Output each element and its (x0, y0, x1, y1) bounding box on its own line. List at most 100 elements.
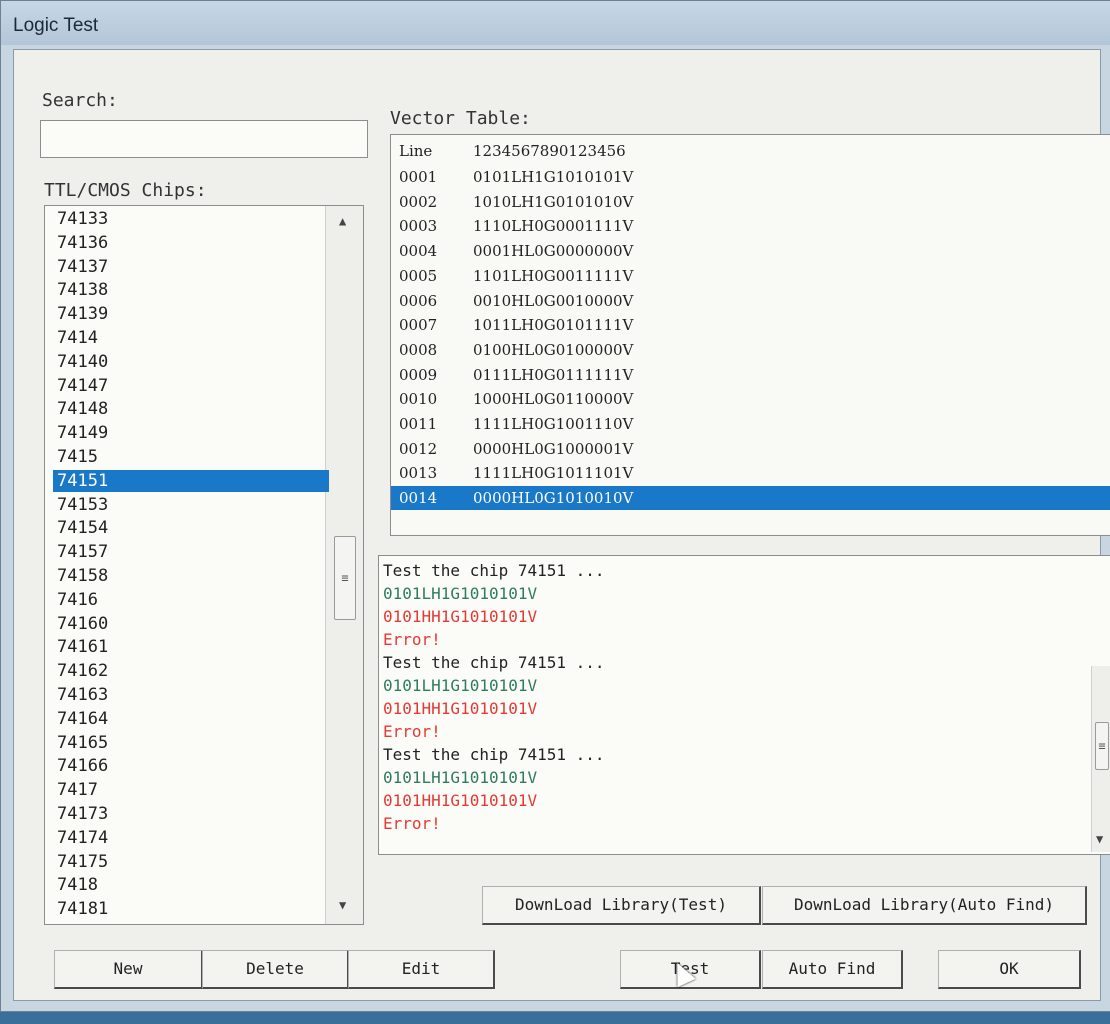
dialog-client-area: Search: TTL/CMOS Chips: ▲ ≡ ▼ 74133 74136… (13, 49, 1110, 1001)
chip-list-item[interactable]: 74160 (53, 613, 329, 635)
vector-column-header: 1234567890123456 (473, 142, 626, 160)
chip-list-item[interactable]: 7416 (53, 589, 329, 611)
log-line: Test the chip 74151 ... (383, 561, 605, 580)
chip-list-item[interactable]: 74138 (53, 279, 329, 301)
line-column-header: Line (399, 142, 433, 160)
chip-list-item[interactable]: 74162 (53, 660, 329, 682)
chip-list-item[interactable]: 74140 (53, 351, 329, 373)
chip-list-item[interactable]: 74164 (53, 708, 329, 730)
vector-value: 0101LH1G1010101V (473, 168, 634, 186)
vector-table-row[interactable]: 0003 1110LH0G0001111V (391, 214, 1110, 238)
vector-value: 0111LH0G0111111V (473, 365, 634, 384)
chip-list-item[interactable]: 74137 (53, 256, 329, 278)
vector-table-row[interactable]: 0008 0100HL0G0100000V (391, 338, 1110, 362)
vector-line-number: 0003 (399, 217, 438, 236)
chip-list-scrollbar[interactable]: ▲ ≡ ▼ (325, 206, 363, 924)
chip-list-item[interactable]: 74158 (53, 565, 329, 587)
log-line: Test the chip 74151 ... (383, 745, 605, 764)
vector-line-number: 0008 (399, 340, 438, 359)
scroll-up-icon[interactable]: ▲ (339, 214, 346, 228)
vector-line-number: 0013 (399, 464, 438, 483)
vector-table-row[interactable]: 0004 0001HL0G0000000V (391, 239, 1110, 263)
vector-table-row[interactable]: 0006 0010HL0G0010000V (391, 289, 1110, 313)
log-scroll-thumb[interactable]: ≡ (1095, 722, 1109, 770)
vector-value: 1000HL0G0110000V (473, 390, 634, 409)
vector-table-row[interactable]: 0012 0000HL0G1000001V (391, 437, 1110, 461)
scroll-thumb[interactable]: ≡ (334, 536, 356, 620)
chips-label: TTL/CMOS Chips: (44, 180, 207, 201)
vector-table-row[interactable]: 0010 1000HL0G0110000V (391, 387, 1110, 411)
vector-value: 0100HL0G0100000V (473, 340, 634, 359)
window-title: Logic Test (13, 15, 99, 36)
ok-button[interactable]: OK (938, 950, 1081, 989)
vector-value: 0010HL0G0010000V (473, 291, 634, 310)
title-bar: Logic Test (1, 1, 1110, 45)
chip-list-item[interactable]: 74157 (53, 541, 329, 563)
vector-value: 1111LH0G1001110V (473, 415, 634, 433)
vector-table-row[interactable]: 0001 0101LH1G1010101V (391, 165, 1110, 189)
chip-list-item[interactable]: 74165 (53, 732, 329, 754)
vector-table-label: Vector Table: (390, 108, 531, 129)
chip-list-item[interactable]: 74148 (53, 398, 329, 420)
edit-button[interactable]: Edit (348, 950, 495, 989)
new-button[interactable]: New (54, 950, 203, 989)
vector-line-number: 0010 (399, 390, 438, 409)
vector-value: 1010LH1G0101010V (473, 192, 634, 211)
chip-list-item[interactable]: 74149 (53, 422, 329, 444)
chip-list-item[interactable]: 74166 (53, 755, 329, 777)
log-line: 0101LH1G1010101V (383, 768, 538, 787)
search-input[interactable] (40, 120, 368, 158)
log-line: 0101HH1G1010101V (383, 791, 538, 810)
log-scroll-down-icon[interactable]: ▼ (1096, 832, 1103, 846)
delete-button[interactable]: Delete (202, 950, 349, 989)
chip-list-item[interactable]: 74174 (53, 827, 329, 849)
vector-table[interactable]: Line 1234567890123456 0001 0101LH1G101010… (390, 134, 1110, 536)
vector-table-row[interactable]: 0013 1111LH0G1011101V (391, 461, 1110, 485)
vector-table-row[interactable]: 0007 1011LH0G0101111V (391, 313, 1110, 337)
chip-list-item[interactable]: 74173 (53, 803, 329, 825)
vector-value: 1110LH0G0001111V (473, 217, 634, 236)
log-scrollbar[interactable]: ≡ ▼ (1091, 666, 1110, 852)
vector-value: 1111LH0G1011101V (473, 464, 634, 483)
auto-find-button[interactable]: Auto Find (762, 950, 903, 989)
vector-value: 1011LH0G0101111V (473, 316, 634, 335)
vector-line-number: 0004 (399, 242, 438, 261)
chip-list-item[interactable]: 74151 (53, 469, 329, 492)
vector-line-number: 0011 (399, 415, 438, 433)
vector-table-row[interactable]: 0011 1111LH0G1001110V (391, 412, 1110, 436)
chip-list-item[interactable]: 7414 (53, 327, 329, 349)
vector-table-row[interactable]: 0009 0111LH0G0111111V (391, 363, 1110, 387)
vector-table-row[interactable]: 0014 0000HL0G1010010V (391, 486, 1110, 511)
vector-line-number: 0005 (399, 266, 438, 285)
chip-list-item[interactable]: 74161 (53, 636, 329, 658)
download-library-test-button[interactable]: DownLoad Library(Test) (482, 886, 761, 925)
chip-list-item[interactable]: 74181 (53, 898, 329, 920)
chip-list-item[interactable]: 74163 (53, 684, 329, 706)
log-line: Error! (383, 722, 441, 741)
vector-table-row[interactable]: 0005 1101LH0G0011111V (391, 264, 1110, 288)
log-line: Error! (383, 630, 441, 649)
chip-list-item[interactable]: 74139 (53, 303, 329, 325)
chip-list-item[interactable]: 74136 (53, 232, 329, 254)
vector-line-number: 0007 (399, 316, 438, 335)
chip-list-item[interactable]: 7417 (53, 779, 329, 801)
chip-list-item[interactable]: 74153 (53, 494, 329, 516)
vector-table-row[interactable]: 0002 1010LH1G0101010V (391, 190, 1110, 214)
chip-list-item[interactable]: 74147 (53, 375, 329, 397)
scroll-down-icon[interactable]: ▼ (339, 898, 346, 912)
log-line: 0101HH1G1010101V (383, 607, 538, 626)
chip-list-item[interactable]: 7418 (53, 874, 329, 896)
logic-test-window: Logic Test Search: TTL/CMOS Chips: ▲ ≡ ▼… (0, 0, 1110, 1012)
vector-value: 0000HL0G1010010V (473, 489, 634, 508)
log-line: 0101LH1G1010101V (383, 676, 538, 695)
vector-line-number: 0012 (399, 439, 438, 458)
chip-list-item[interactable]: 74154 (53, 517, 329, 539)
chip-list-item[interactable]: 74133 (53, 208, 329, 230)
download-library-auto-find-button[interactable]: DownLoad Library(Auto Find) (762, 886, 1087, 925)
chip-list[interactable]: ▲ ≡ ▼ 74133 74136 74137 74138 74139 7414 74140… (44, 205, 364, 925)
vector-table-header: Line 1234567890123456 (391, 139, 1110, 163)
chip-list-item[interactable]: 7415 (53, 446, 329, 468)
chip-list-item[interactable]: 74175 (53, 851, 329, 873)
test-log: ≡ ▼ Test the chip 74151 ... 0101LH1G10101… (378, 555, 1110, 855)
vector-line-number: 0006 (399, 291, 438, 310)
